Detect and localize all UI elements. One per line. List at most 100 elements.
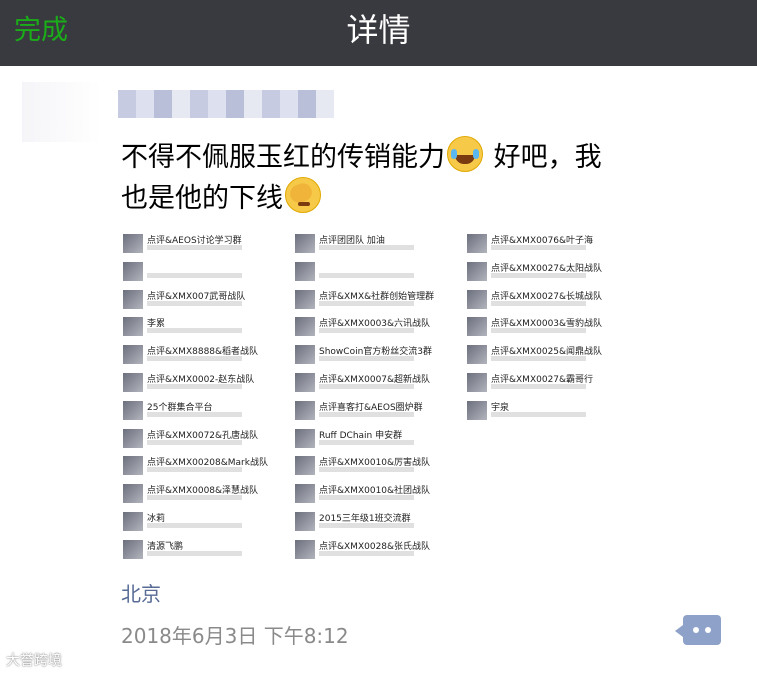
- chat-preview: [491, 328, 586, 334]
- chat-list-item: 点评&XMX&社群创始管理群: [295, 284, 447, 312]
- chat-list-item: 点评喜客打&AEOS圈炉群: [295, 395, 447, 423]
- group-avatar-icon: [123, 261, 143, 281]
- chat-preview: [147, 522, 242, 528]
- chat-list-item: 冰莉: [123, 506, 275, 534]
- chat-list-item: 2015三年级1班交流群: [295, 506, 447, 534]
- top-navigation-bar: 完成 详情: [0, 0, 757, 66]
- chat-preview: [319, 467, 414, 473]
- chat-list-item: [295, 256, 447, 284]
- chat-list-item: 点评&XMX0072&孔唐战队: [123, 423, 275, 451]
- chat-list-item: 25个群集合平台: [123, 395, 275, 423]
- chat-list-item: 点评&XMX999&全富之家: [123, 562, 275, 563]
- chat-preview: [147, 439, 242, 445]
- group-avatar-icon: [295, 289, 315, 309]
- chat-list-item: 点评&XMX0027&太阳战队: [467, 256, 619, 284]
- facepalm-emoji: [285, 177, 321, 213]
- chat-preview: [491, 356, 586, 362]
- chat-preview: [319, 356, 414, 362]
- location-link[interactable]: 北京: [121, 578, 161, 607]
- post-text-line2: 也是他的下线: [121, 183, 283, 214]
- group-avatar-icon: [467, 400, 487, 420]
- group-avatar-icon: [295, 539, 315, 559]
- group-avatar-icon: [295, 261, 315, 281]
- group-avatar-icon: [123, 345, 143, 365]
- chat-preview: [319, 383, 414, 389]
- chat-list-item: 点评&XMX0076&叶子海: [467, 228, 619, 256]
- group-avatar-icon: [295, 400, 315, 420]
- chat-list-item: 点评&XMX0002-赵东战队: [123, 367, 275, 395]
- chat-preview: [147, 300, 242, 306]
- group-avatar-icon: [123, 372, 143, 392]
- chat-preview: [147, 411, 242, 417]
- chat-list-item: 点评&XMX0028&张氏战队: [295, 534, 447, 562]
- chat-list-item: 点评&XMX0027&霸哥行: [467, 367, 619, 395]
- chat-list-item: 点评&XMX0010&社团战队: [295, 478, 447, 506]
- group-avatar-icon: [467, 289, 487, 309]
- chat-preview: [147, 272, 242, 278]
- group-avatar-icon: [467, 261, 487, 281]
- chat-list-item: 李累: [123, 311, 275, 339]
- group-avatar-icon: [295, 456, 315, 476]
- comment-icon-dot: [705, 627, 711, 633]
- chat-preview: [319, 411, 414, 417]
- chat-list-screenshot[interactable]: 点评团团队 加油 点评&XMX&社群创始管理群 点评&XMX0003&六讯战队 Sho…: [295, 228, 447, 563]
- chat-list-item: 点评&AEOS讨论学习群: [123, 228, 275, 256]
- chat-preview: [319, 328, 414, 334]
- chat-list-screenshot[interactable]: 点评&XMX0076&叶子海 点评&XMX0027&太阳战队 点评&XMX0027&…: [467, 228, 619, 563]
- chat-list-item: 点评&XMX0025&闻鼎战队: [467, 339, 619, 367]
- chat-list-item: ShowCoin官方粉丝交流3群: [295, 339, 447, 367]
- group-avatar-icon: [123, 428, 143, 448]
- group-avatar-icon: [467, 372, 487, 392]
- chat-preview: [319, 272, 414, 278]
- chat-list-item: 点评&XMX00208&Mark战队: [123, 450, 275, 478]
- group-avatar-icon: [123, 289, 143, 309]
- chat-list-item: 点评&XMX0008&泽慧战队: [123, 478, 275, 506]
- group-avatar-icon: [467, 345, 487, 365]
- group-avatar-icon: [123, 484, 143, 504]
- group-avatar-icon: [295, 428, 315, 448]
- chat-list-item: 点评&XMX8888&稻者战队: [123, 339, 275, 367]
- chat-list-item: [123, 256, 275, 284]
- chat-preview: [491, 272, 586, 278]
- comment-icon: [693, 627, 699, 633]
- group-avatar-icon: [295, 317, 315, 337]
- post-text-mid: 好吧，我: [485, 142, 602, 173]
- chat-list-item: 点评&XMX0010&厉害战队: [295, 450, 447, 478]
- chat-preview: [147, 245, 242, 250]
- chat-list-item: 宇泉: [467, 395, 619, 423]
- post-text: 不得不佩服玉红的传销能力 好吧，我 也是他的下线: [121, 136, 731, 218]
- group-avatar-icon: [123, 400, 143, 420]
- watermark: 大誉跨境: [6, 653, 62, 669]
- group-avatar-icon: [123, 511, 143, 531]
- chat-list-screenshot[interactable]: 点评&AEOS讨论学习群 点评&XMX007武哥战队 李累 点评&XMX8888&稻者…: [123, 228, 275, 563]
- chat-preview: [147, 495, 242, 501]
- chat-list-item: 点评&XMX0003&雪豹战队: [467, 311, 619, 339]
- chat-preview: [147, 356, 242, 362]
- chat-preview: [319, 522, 414, 528]
- chat-list-item: 清源飞鹏: [123, 534, 275, 562]
- group-avatar-icon: [295, 372, 315, 392]
- chat-preview: [491, 245, 586, 250]
- group-avatar-icon: [295, 345, 315, 365]
- chat-preview: [491, 383, 586, 389]
- chat-preview: [147, 467, 242, 473]
- avatar[interactable]: [22, 82, 102, 142]
- chat-preview: [491, 300, 586, 306]
- group-avatar-icon: [295, 484, 315, 504]
- chat-list-item: 点评&XMX007武哥战队: [123, 284, 275, 312]
- post-text-line1: 不得不佩服玉红的传销能力: [121, 142, 445, 173]
- group-avatar-icon: [467, 317, 487, 337]
- chat-list-item: 点评&XMX0007&超新战队: [295, 367, 447, 395]
- comment-button[interactable]: [675, 615, 721, 645]
- group-avatar-icon: [123, 539, 143, 559]
- chat-preview: [319, 300, 414, 306]
- group-avatar-icon: [123, 317, 143, 337]
- chat-preview: [491, 411, 586, 417]
- chat-preview: [147, 328, 242, 334]
- blurred-username[interactable]: [118, 90, 334, 118]
- chat-preview: [147, 550, 242, 556]
- chat-list-item: 点评团团队 加油: [295, 228, 447, 256]
- chat-preview: [319, 495, 414, 501]
- laughing-tears-emoji: [447, 136, 483, 172]
- chat-list-item: 点评&XMX0018&VT战队: [295, 562, 447, 563]
